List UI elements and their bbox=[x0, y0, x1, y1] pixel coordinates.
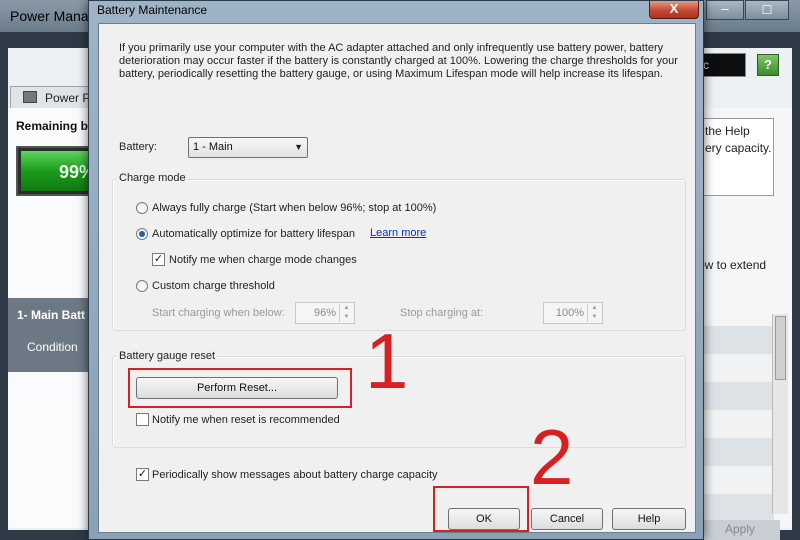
gauge-reset-label: Battery gauge reset bbox=[117, 350, 218, 362]
stop-charging-value: 100% bbox=[555, 307, 584, 319]
battery-tab-icon bbox=[23, 91, 37, 103]
auto-optimize-label: Automatically optimize for battery lifes… bbox=[152, 228, 355, 240]
battery-section-title: 1- Main Batt bbox=[17, 308, 86, 322]
chevron-down-icon: ▼ bbox=[294, 142, 303, 152]
power-manager-title: Power Mana bbox=[10, 8, 89, 24]
cancel-button[interactable]: Cancel bbox=[531, 508, 603, 530]
notify-mode-label: Notify me when charge mode changes bbox=[169, 254, 357, 266]
stop-charging-stepper[interactable]: 100% ▲ ▼ bbox=[543, 302, 603, 324]
start-charging-label: Start charging when below: bbox=[152, 307, 285, 319]
list-item bbox=[698, 382, 774, 410]
condition-list bbox=[698, 326, 774, 522]
extend-text: ow to extend bbox=[698, 258, 767, 272]
intro-text: If you primarily use your computer with … bbox=[119, 42, 678, 80]
battery-gauge-fill: 99% bbox=[21, 151, 95, 191]
list-item bbox=[698, 326, 774, 354]
dialog-content: If you primarily use your computer with … bbox=[98, 23, 696, 533]
always-full-label: Always fully charge (Start when below 96… bbox=[152, 202, 437, 214]
stepper-arrows-icon[interactable]: ▲ ▼ bbox=[587, 304, 601, 322]
highlight-ok-button bbox=[433, 486, 529, 532]
battery-dropdown-value: 1 - Main bbox=[193, 141, 233, 153]
periodic-messages-label: Periodically show messages about battery… bbox=[152, 469, 438, 481]
highlight-perform-reset bbox=[128, 368, 352, 408]
list-item bbox=[698, 410, 774, 438]
maximize-button[interactable]: ☐ bbox=[745, 0, 789, 20]
tab-label: Power P bbox=[45, 91, 91, 105]
help-button[interactable]: Help bbox=[612, 508, 686, 530]
help-text-box: the Help ery capacity. bbox=[698, 118, 774, 196]
periodic-messages-checkbox[interactable]: ✓ bbox=[136, 468, 149, 481]
notify-mode-checkbox[interactable]: ✓ bbox=[152, 253, 165, 266]
help-text-line: the Help bbox=[705, 124, 750, 138]
stepper-arrows-icon[interactable]: ▲ ▼ bbox=[339, 304, 353, 322]
scrollbar-thumb[interactable] bbox=[775, 316, 786, 380]
learn-more-link[interactable]: Learn more bbox=[370, 227, 426, 239]
step-1-annotation: 1 bbox=[365, 317, 409, 405]
remaining-battery-label: Remaining b bbox=[16, 119, 89, 133]
radio-auto-optimize[interactable] bbox=[136, 228, 148, 240]
minimize-button[interactable]: – bbox=[706, 0, 744, 20]
list-item bbox=[698, 494, 774, 522]
radio-always-full[interactable] bbox=[136, 202, 148, 214]
scrollbar[interactable] bbox=[772, 314, 788, 514]
start-charging-value: 96% bbox=[313, 307, 336, 319]
charge-mode-label: Charge mode bbox=[117, 172, 188, 184]
apply-button[interactable]: Apply bbox=[700, 520, 780, 540]
notify-reset-label: Notify me when reset is recommended bbox=[152, 414, 340, 426]
battery-dropdown[interactable]: 1 - Main ▼ bbox=[188, 137, 308, 158]
close-button[interactable]: X bbox=[649, 1, 699, 19]
notify-reset-checkbox[interactable] bbox=[136, 413, 149, 426]
search-input[interactable]: c bbox=[700, 53, 746, 77]
battery-maintenance-dialog: Battery Maintenance X If you primarily u… bbox=[88, 0, 704, 540]
list-item bbox=[698, 354, 774, 382]
custom-threshold-label: Custom charge threshold bbox=[152, 280, 275, 292]
step-2-annotation: 2 bbox=[530, 413, 574, 501]
tab-power-plan[interactable]: Power P bbox=[10, 86, 100, 108]
radio-custom-threshold[interactable] bbox=[136, 280, 148, 292]
stop-charging-label: Stop charging at: bbox=[400, 307, 484, 319]
help-icon[interactable]: ? bbox=[757, 54, 779, 76]
list-item bbox=[698, 438, 774, 466]
battery-section-header[interactable]: 1- Main Batt Condition bbox=[8, 298, 98, 372]
dialog-title: Battery Maintenance bbox=[97, 3, 208, 17]
list-item bbox=[698, 466, 774, 494]
help-text-line: ery capacity. bbox=[705, 141, 772, 155]
start-charging-stepper[interactable]: 96% ▲ ▼ bbox=[295, 302, 355, 324]
battery-label: Battery: bbox=[119, 141, 157, 153]
battery-condition-label: Condition bbox=[27, 340, 78, 354]
